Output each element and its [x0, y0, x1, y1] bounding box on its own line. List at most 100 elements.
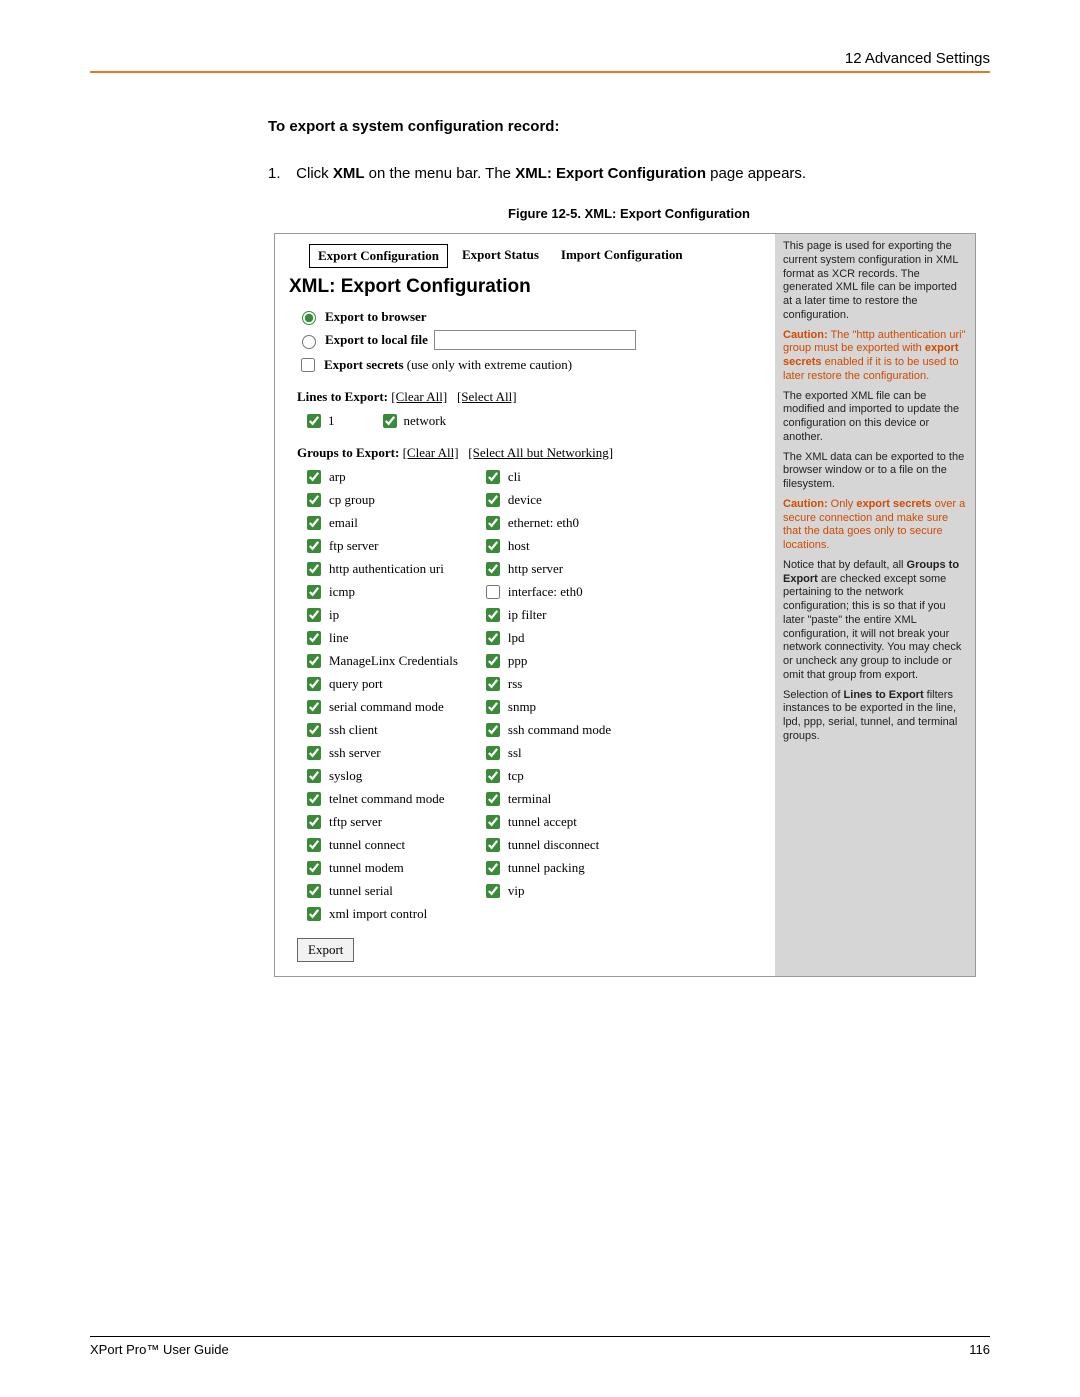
group-item: tunnel accept — [482, 812, 611, 832]
group-label: interface: eth0 — [508, 584, 583, 600]
group-label: tunnel packing — [508, 860, 585, 876]
group-item: interface: eth0 — [482, 582, 611, 602]
group-checkbox[interactable] — [486, 654, 500, 668]
group-checkbox[interactable] — [486, 677, 500, 691]
group-checkbox[interactable] — [307, 562, 321, 576]
group-item: ftp server — [303, 536, 458, 556]
group-item: arp — [303, 467, 458, 487]
group-label: tunnel accept — [508, 814, 577, 830]
group-label: ssl — [508, 745, 522, 761]
group-checkbox[interactable] — [307, 677, 321, 691]
group-checkbox[interactable] — [486, 539, 500, 553]
group-checkbox[interactable] — [307, 585, 321, 599]
group-item: http authentication uri — [303, 559, 458, 579]
group-checkbox[interactable] — [307, 815, 321, 829]
lines-select-all-link[interactable]: [Select All] — [457, 389, 517, 404]
group-checkbox[interactable] — [307, 493, 321, 507]
group-checkbox[interactable] — [486, 815, 500, 829]
group-label: lpd — [508, 630, 525, 646]
groups-clear-all-link[interactable]: [Clear All] — [403, 445, 459, 460]
group-checkbox[interactable] — [307, 470, 321, 484]
group-checkbox[interactable] — [486, 562, 500, 576]
screenshot-frame: Export Configuration Export Status Impor… — [274, 233, 976, 977]
lines-to-export-row: Lines to Export: [Clear All] [Select All… — [297, 389, 765, 405]
group-checkbox[interactable] — [486, 493, 500, 507]
group-label: ethernet: eth0 — [508, 515, 579, 531]
radio-export-local-file[interactable] — [302, 335, 316, 349]
group-item: cp group — [303, 490, 458, 510]
group-item: ppp — [482, 651, 611, 671]
group-label: tunnel disconnect — [508, 837, 599, 853]
group-checkbox[interactable] — [307, 746, 321, 760]
group-checkbox[interactable] — [307, 723, 321, 737]
group-label: tcp — [508, 768, 524, 784]
group-checkbox[interactable] — [307, 792, 321, 806]
group-label: tftp server — [329, 814, 382, 830]
group-item: syslog — [303, 766, 458, 786]
group-item: http server — [482, 559, 611, 579]
group-checkbox[interactable] — [486, 608, 500, 622]
group-checkbox[interactable] — [307, 539, 321, 553]
group-checkbox[interactable] — [307, 700, 321, 714]
group-label: device — [508, 492, 542, 508]
group-label: cp group — [329, 492, 375, 508]
group-item: xml import control — [303, 904, 458, 924]
tab-import-configuration[interactable]: Import Configuration — [553, 244, 691, 268]
group-item: email — [303, 513, 458, 533]
export-button[interactable]: Export — [297, 938, 354, 962]
group-label: vip — [508, 883, 525, 899]
group-item: ethernet: eth0 — [482, 513, 611, 533]
group-item: tftp server — [303, 812, 458, 832]
group-checkbox[interactable] — [486, 585, 500, 599]
group-checkbox[interactable] — [486, 470, 500, 484]
tab-export-status[interactable]: Export Status — [454, 244, 547, 268]
radio-export-browser[interactable] — [302, 311, 316, 325]
group-item: tunnel modem — [303, 858, 458, 878]
group-checkbox[interactable] — [486, 631, 500, 645]
group-checkbox[interactable] — [307, 516, 321, 530]
section-heading: To export a system configuration record: — [268, 118, 990, 135]
page-header: 12 Advanced Settings — [90, 50, 990, 73]
group-checkbox[interactable] — [486, 838, 500, 852]
group-label: ip — [329, 607, 339, 623]
group-checkbox[interactable] — [307, 884, 321, 898]
group-label: snmp — [508, 699, 536, 715]
step-number: 1. — [268, 165, 292, 182]
group-item: device — [482, 490, 611, 510]
group-item: ip — [303, 605, 458, 625]
group-checkbox[interactable] — [307, 631, 321, 645]
group-checkbox[interactable] — [307, 654, 321, 668]
groups-select-all-but-net-link[interactable]: [Select All but Networking] — [468, 445, 613, 460]
group-checkbox[interactable] — [486, 516, 500, 530]
group-checkbox[interactable] — [486, 700, 500, 714]
checkbox-line-1[interactable] — [307, 414, 321, 428]
group-checkbox[interactable] — [307, 769, 321, 783]
checkbox-line-network[interactable] — [383, 414, 397, 428]
tab-export-configuration[interactable]: Export Configuration — [309, 244, 448, 268]
group-checkbox[interactable] — [486, 884, 500, 898]
local-file-input[interactable] — [434, 330, 636, 350]
group-label: ssh client — [329, 722, 378, 738]
groups-to-export-row: Groups to Export: [Clear All] [Select Al… — [297, 445, 765, 461]
group-checkbox[interactable] — [307, 608, 321, 622]
group-label: icmp — [329, 584, 355, 600]
group-label: arp — [329, 469, 346, 485]
group-item: tcp — [482, 766, 611, 786]
group-checkbox[interactable] — [307, 838, 321, 852]
group-label: http authentication uri — [329, 561, 444, 577]
group-checkbox[interactable] — [307, 861, 321, 875]
group-checkbox[interactable] — [486, 792, 500, 806]
group-checkbox[interactable] — [486, 723, 500, 737]
group-item: terminal — [482, 789, 611, 809]
group-checkbox[interactable] — [486, 746, 500, 760]
group-item: lpd — [482, 628, 611, 648]
group-checkbox[interactable] — [486, 769, 500, 783]
lines-clear-all-link[interactable]: [Clear All] — [391, 389, 447, 404]
group-label: email — [329, 515, 358, 531]
footer-page-number: 116 — [969, 1342, 990, 1357]
group-checkbox[interactable] — [307, 907, 321, 921]
checkbox-export-secrets[interactable] — [301, 358, 315, 372]
group-item: ssl — [482, 743, 611, 763]
group-item: ManageLinx Credentials — [303, 651, 458, 671]
group-checkbox[interactable] — [486, 861, 500, 875]
